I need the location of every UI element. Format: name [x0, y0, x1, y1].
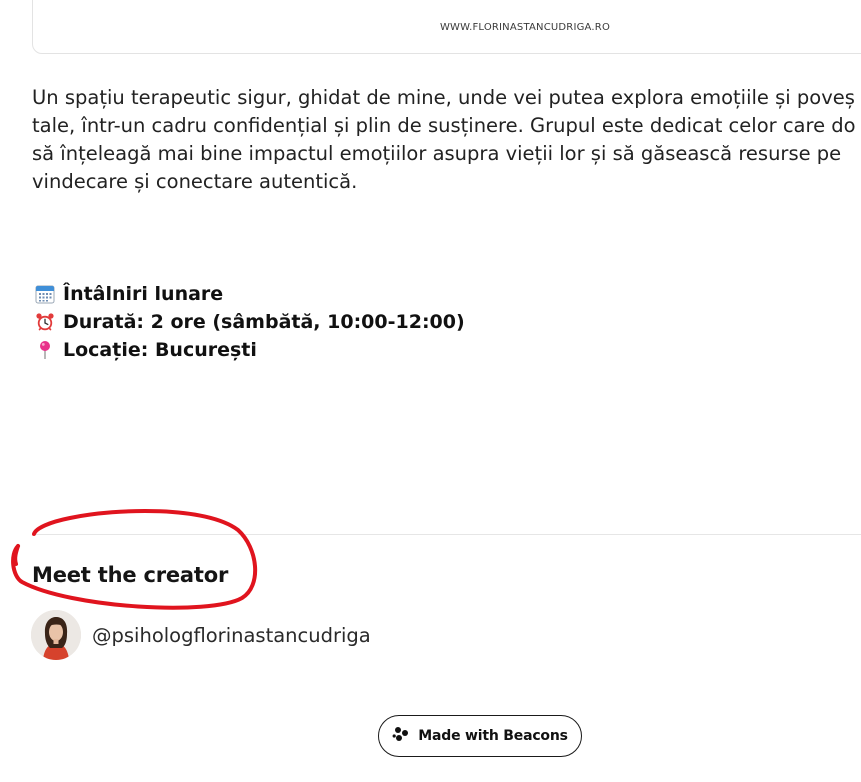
creator-profile[interactable]: @psihologflorinastancudriga — [31, 610, 371, 660]
preview-url: WWW.FLORINASTANCUDRIGA.RO — [439, 22, 611, 33]
detail-location: Locație: București — [34, 336, 465, 364]
creator-heading: Meet the creator — [32, 563, 229, 587]
alarm-clock-icon — [34, 311, 56, 333]
red-circle-annotation — [11, 508, 257, 610]
description-line: vindecare și conectare autentică. — [32, 170, 358, 193]
description-line: Un spațiu terapeutic sigur, ghidat de mi… — [32, 86, 855, 109]
made-with-beacons-button[interactable]: Made with Beacons — [378, 715, 582, 757]
link-preview-card[interactable]: WWW.FLORINASTANCUDRIGA.RO — [32, 0, 861, 54]
detail-frequency-text: Întâlniri lunare — [63, 283, 224, 305]
calendar-icon — [34, 283, 56, 305]
section-divider — [32, 534, 861, 535]
description-line: să înțeleagă mai bine impactul emoțiilor… — [32, 142, 842, 165]
detail-frequency: Întâlniri lunare — [34, 280, 465, 308]
event-details: Întâlniri lunare Durată: 2 ore (sâmbătă,… — [34, 280, 465, 364]
beacons-logo-icon — [392, 725, 410, 747]
detail-duration: Durată: 2 ore (sâmbătă, 10:00-12:00) — [34, 308, 465, 336]
page: WWW.FLORINASTANCUDRIGA.RO Un spațiu tera… — [0, 0, 861, 782]
creator-handle[interactable]: @psihologflorinastancudriga — [92, 624, 371, 647]
description-line: tale, într-un cadru confidențial și plin… — [32, 114, 856, 137]
pushpin-icon — [34, 339, 56, 361]
made-with-beacons-label: Made with Beacons — [418, 728, 568, 744]
detail-duration-text: Durată: 2 ore (sâmbătă, 10:00-12:00) — [63, 311, 465, 333]
avatar[interactable] — [31, 610, 81, 660]
description-text: Un spațiu terapeutic sigur, ghidat de mi… — [32, 84, 861, 196]
detail-location-text: Locație: București — [63, 339, 257, 361]
